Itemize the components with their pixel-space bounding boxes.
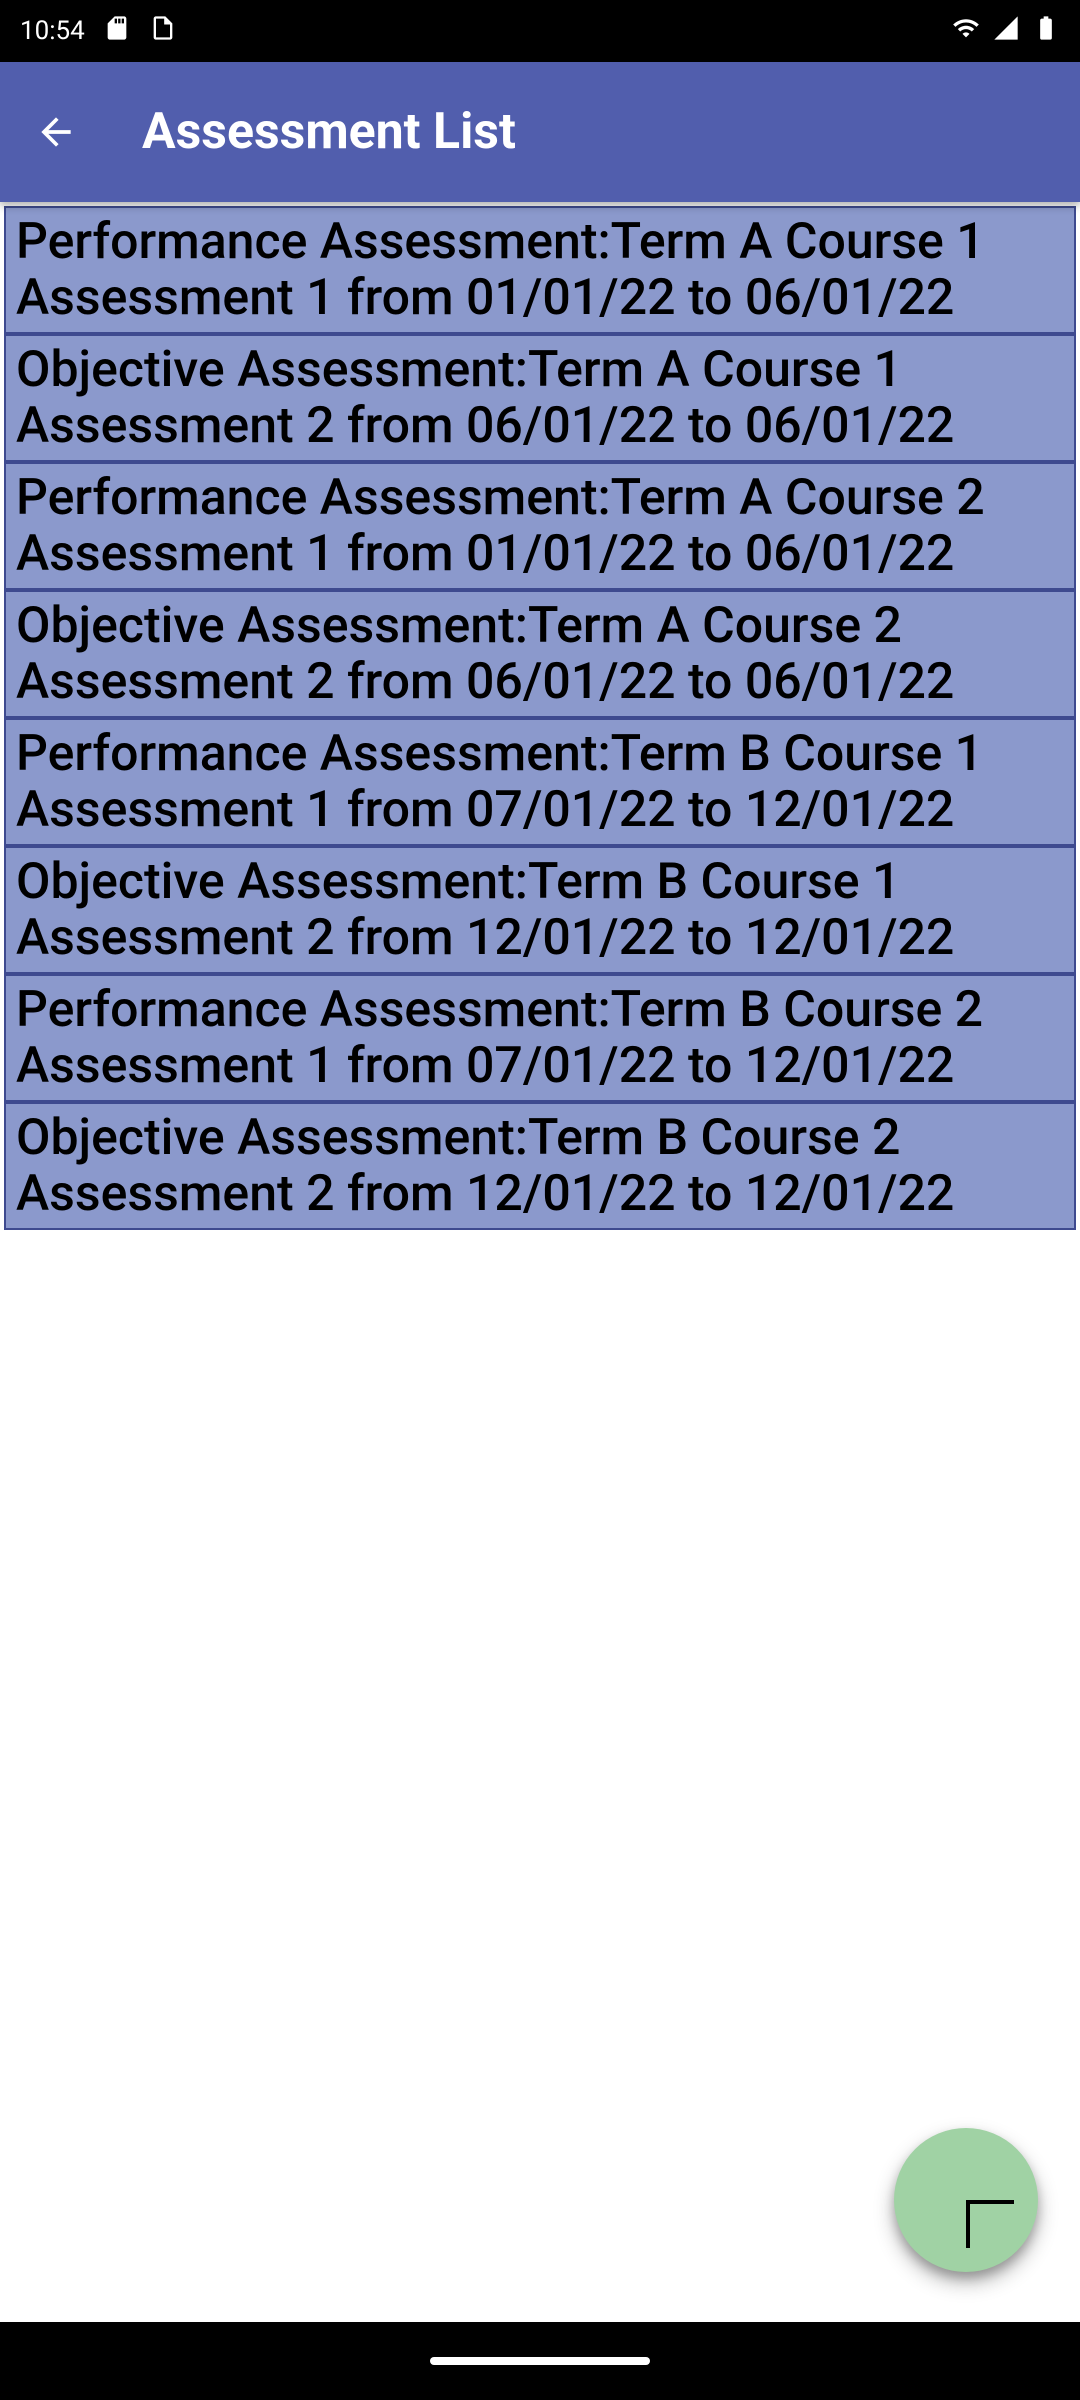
status-bar: 10:54 — [0, 0, 1080, 62]
list-item[interactable]: Objective Assessment:Term B Course 2 Ass… — [4, 1102, 1076, 1230]
assessment-list: Performance Assessment:Term A Course 1 A… — [0, 206, 1080, 1230]
back-button[interactable] — [20, 96, 92, 168]
document-icon — [149, 14, 177, 49]
list-item[interactable]: Objective Assessment:Term A Course 2 Ass… — [4, 590, 1076, 718]
list-item[interactable]: Objective Assessment:Term A Course 1 Ass… — [4, 334, 1076, 462]
battery-icon — [1032, 14, 1060, 49]
sd-card-icon — [103, 14, 131, 49]
status-right — [952, 14, 1060, 49]
arrow-left-icon — [34, 110, 78, 154]
list-item[interactable]: Performance Assessment:Term A Course 1 A… — [4, 206, 1076, 334]
add-button[interactable] — [894, 2128, 1038, 2272]
status-left: 10:54 — [20, 14, 177, 49]
status-time: 10:54 — [20, 16, 85, 46]
list-item[interactable]: Performance Assessment:Term B Course 1 A… — [4, 718, 1076, 846]
content-area: Performance Assessment:Term A Course 1 A… — [0, 202, 1080, 2322]
list-item[interactable]: Performance Assessment:Term A Course 2 A… — [4, 462, 1076, 590]
navigation-bar — [0, 2322, 1080, 2400]
signal-icon — [992, 14, 1020, 49]
app-bar: Assessment List — [0, 62, 1080, 202]
page-title: Assessment List — [142, 103, 516, 161]
app-container: Assessment List Performance Assessment:T… — [0, 62, 1080, 2322]
home-indicator[interactable] — [430, 2357, 650, 2365]
list-item[interactable]: Performance Assessment:Term B Course 2 A… — [4, 974, 1076, 1102]
wifi-icon — [952, 14, 980, 49]
list-item[interactable]: Objective Assessment:Term B Course 1 Ass… — [4, 846, 1076, 974]
